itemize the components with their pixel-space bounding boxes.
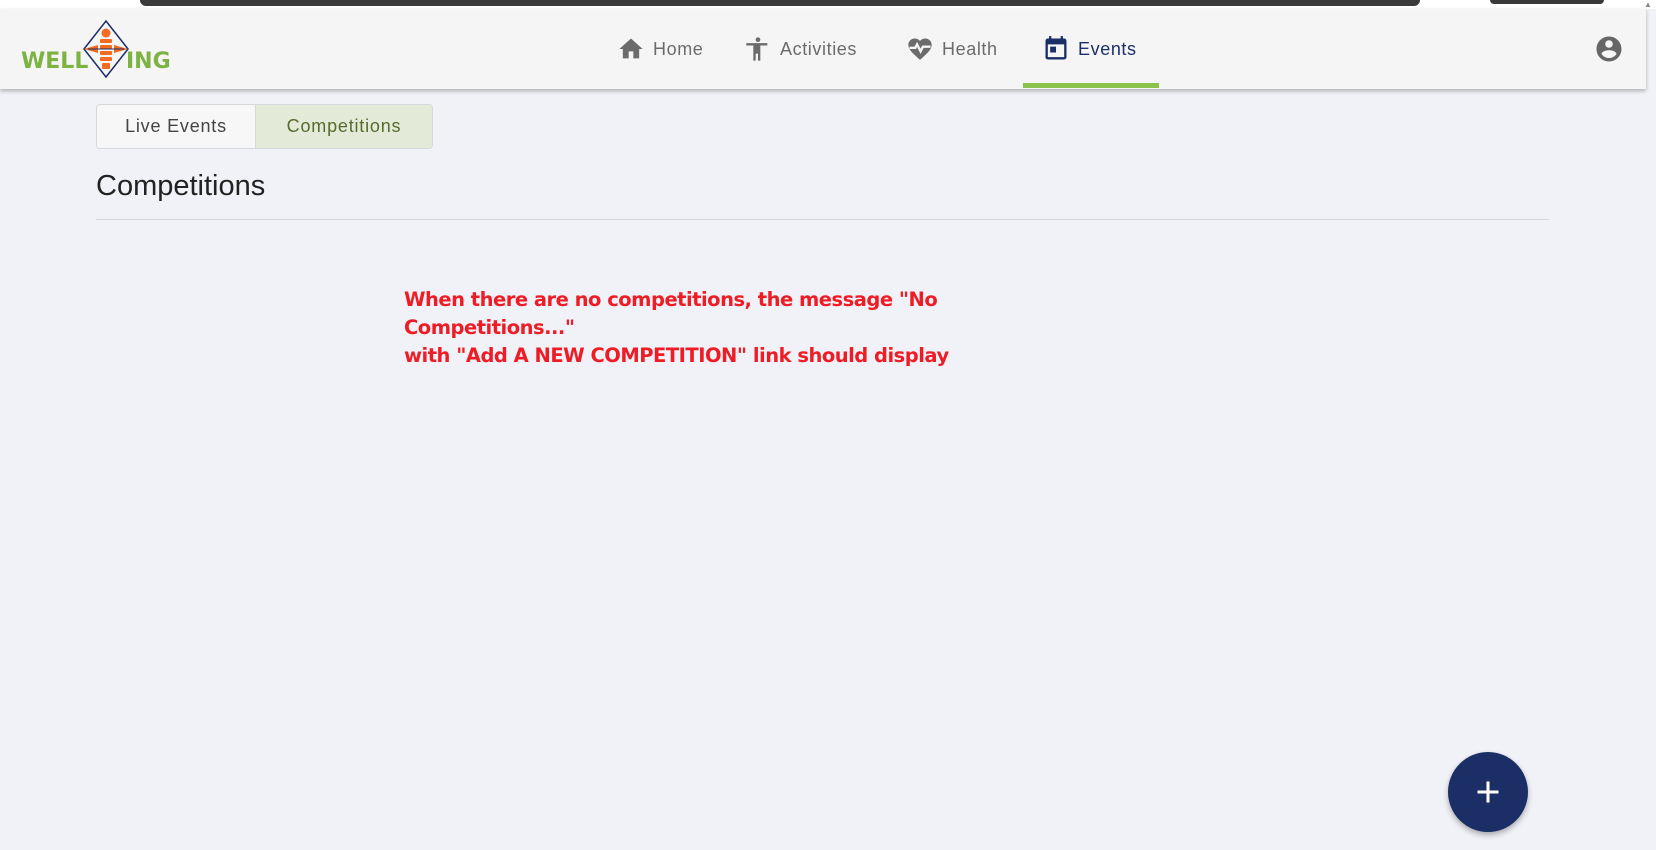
account-circle-icon[interactable] xyxy=(1594,34,1624,64)
add-competition-button[interactable] xyxy=(1448,752,1528,832)
browser-bar xyxy=(140,0,1420,6)
tab-competitions[interactable]: Competitions xyxy=(255,105,432,148)
title-divider xyxy=(96,219,1549,220)
nav-home-label: Home xyxy=(653,38,704,59)
scroll-up-arrow-icon[interactable]: ▲ xyxy=(1644,0,1654,9)
event-type-tabs: Live Events Competitions xyxy=(96,104,433,149)
nav-health-label: Health xyxy=(942,38,998,59)
page-title: Competitions xyxy=(96,170,266,202)
plus-icon xyxy=(1477,781,1499,803)
heart-pulse-icon xyxy=(908,38,932,60)
nav-activities[interactable]: Activities xyxy=(744,9,857,89)
annotation-note: When there are no competitions, the mess… xyxy=(404,286,1104,370)
annotation-line-1: When there are no competitions, the mess… xyxy=(404,288,938,339)
browser-bar-right xyxy=(1490,0,1604,4)
nav-health[interactable]: Health xyxy=(906,9,998,89)
person-stretch-icon xyxy=(746,37,768,61)
active-tab-indicator xyxy=(1023,83,1159,88)
app-header: WELL ING Home Activities Health Events xyxy=(0,9,1646,89)
calendar-icon xyxy=(1045,36,1067,60)
nav-activities-label: Activities xyxy=(780,38,858,59)
browser-top-strip: ▲ xyxy=(0,0,1656,9)
home-icon xyxy=(619,38,643,59)
nav-events[interactable]: Events xyxy=(1042,9,1137,89)
nav-home[interactable]: Home xyxy=(617,9,703,89)
tab-live-events[interactable]: Live Events xyxy=(97,105,255,148)
nav-events-label: Events xyxy=(1078,38,1137,59)
main-nav: Home Activities Health Events xyxy=(0,9,1646,89)
annotation-line-2: with "Add A NEW COMPETITION" link should… xyxy=(404,344,949,367)
